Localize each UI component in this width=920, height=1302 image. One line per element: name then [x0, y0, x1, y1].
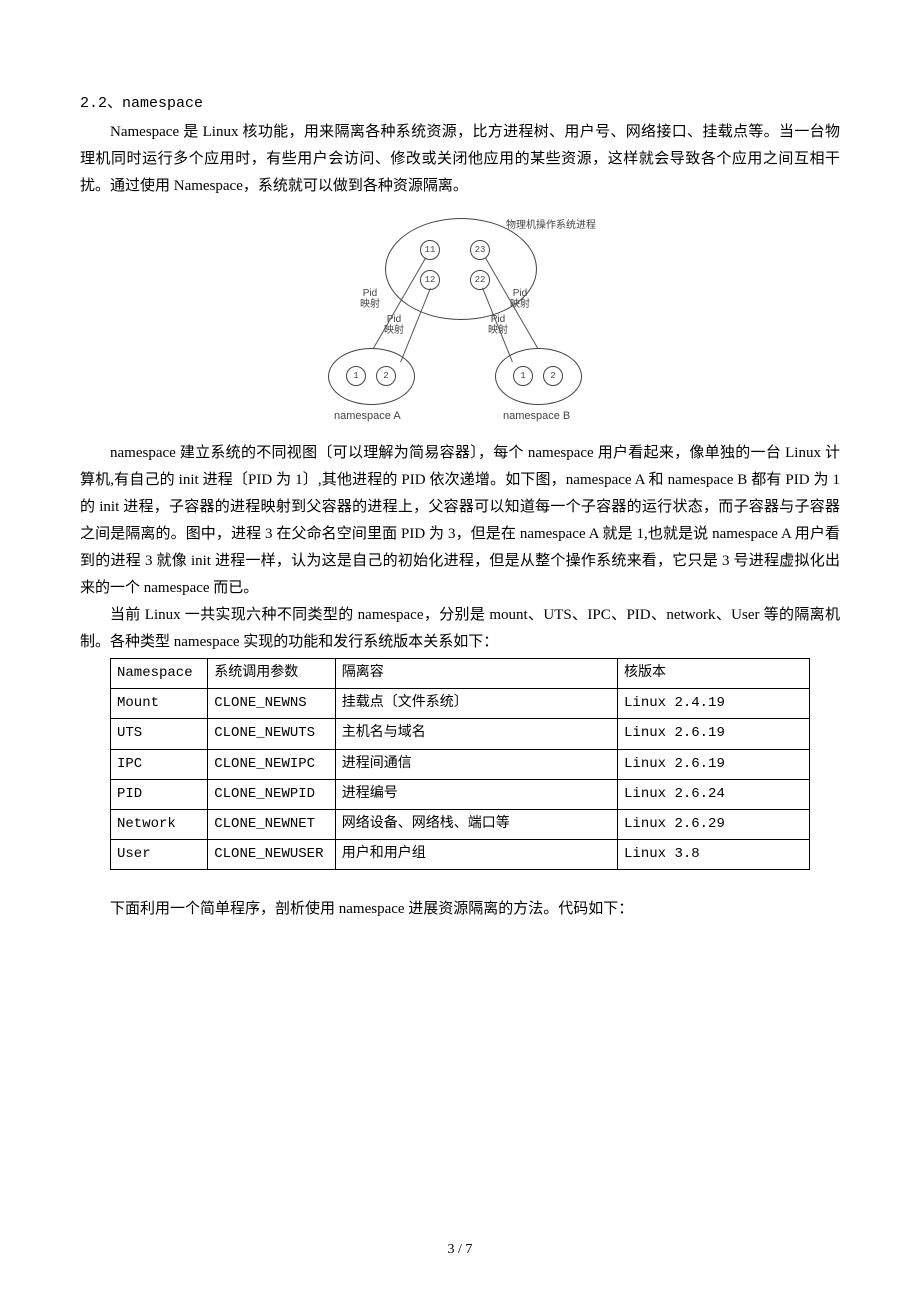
paragraph-types: 当前 Linux 一共实现六种不同类型的 namespace，分别是 mount… — [80, 602, 840, 656]
proc-node-12: 12 — [420, 270, 440, 290]
table-row: Network CLONE_NEWNET 网络设备、网络栈、端口等 Linux … — [111, 809, 810, 839]
proc-node-1: 1 — [513, 366, 533, 386]
cell: Linux 2.6.19 — [618, 749, 810, 779]
cell: Linux 2.6.19 — [618, 719, 810, 749]
table-row: IPC CLONE_NEWIPC 进程间通信 Linux 2.6.19 — [111, 749, 810, 779]
ns-b-label: namespace B — [503, 410, 570, 422]
page-number: 3 / 7 — [0, 1237, 920, 1262]
cell: 主机名与域名 — [335, 719, 617, 749]
cell: CLONE_NEWNET — [208, 809, 336, 839]
proc-node-2: 2 — [376, 366, 396, 386]
ns-a-ellipse — [328, 348, 415, 405]
cell: 用户和用户组 — [335, 840, 617, 870]
cell: Linux 2.6.29 — [618, 809, 810, 839]
cell: User — [111, 840, 208, 870]
pid-map-label: Pid 映射 — [510, 288, 530, 310]
paragraph-intro: Namespace 是 Linux 核功能，用来隔离各种系统资源，比方进程树、用… — [80, 119, 840, 200]
namespace-table: Namespace 系统调用参数 隔离容 核版本 Mount CLONE_NEW… — [110, 658, 810, 870]
th-namespace: Namespace — [111, 659, 208, 689]
cell: CLONE_NEWPID — [208, 779, 336, 809]
proc-node-1: 1 — [346, 366, 366, 386]
cell: Linux 3.8 — [618, 840, 810, 870]
ns-b-ellipse — [495, 348, 582, 405]
cell: UTS — [111, 719, 208, 749]
pid-map-label: Pid 映射 — [384, 314, 404, 336]
diagram-title: 物理机操作系统进程 — [506, 220, 596, 231]
cell: CLONE_NEWIPC — [208, 749, 336, 779]
paragraph-code-intro: 下面利用一个简单程序，剖析使用 namespace 进展资源隔离的方法。代码如下… — [80, 896, 840, 923]
namespace-diagram: 物理机操作系统进程 11 23 12 22 Pid 映射 Pid 映射 Pid … — [310, 218, 610, 428]
ns-a-label: namespace A — [334, 410, 401, 422]
cell: Mount — [111, 689, 208, 719]
cell: 挂载点〔文件系统〕 — [335, 689, 617, 719]
th-isolate: 隔离容 — [335, 659, 617, 689]
cell: Linux 2.4.19 — [618, 689, 810, 719]
cell: CLONE_NEWUTS — [208, 719, 336, 749]
cell: 网络设备、网络栈、端口等 — [335, 809, 617, 839]
table-row: Mount CLONE_NEWNS 挂载点〔文件系统〕 Linux 2.4.19 — [111, 689, 810, 719]
proc-node-2: 2 — [543, 366, 563, 386]
cell: IPC — [111, 749, 208, 779]
pid-map-label: Pid 映射 — [360, 288, 380, 310]
table-row: Namespace 系统调用参数 隔离容 核版本 — [111, 659, 810, 689]
cell: 进程编号 — [335, 779, 617, 809]
paragraph-explain: namespace 建立系统的不同视图〔可以理解为简易容器〕，每个 namesp… — [80, 440, 840, 602]
proc-node-23: 23 — [470, 240, 490, 260]
table-row: UTS CLONE_NEWUTS 主机名与域名 Linux 2.6.19 — [111, 719, 810, 749]
th-kernel: 核版本 — [618, 659, 810, 689]
cell: 进程间通信 — [335, 749, 617, 779]
proc-node-11: 11 — [420, 240, 440, 260]
cell: PID — [111, 779, 208, 809]
proc-node-22: 22 — [470, 270, 490, 290]
table-row: User CLONE_NEWUSER 用户和用户组 Linux 3.8 — [111, 840, 810, 870]
cell: Linux 2.6.24 — [618, 779, 810, 809]
pid-map-label: Pid 映射 — [488, 314, 508, 336]
th-syscall: 系统调用参数 — [208, 659, 336, 689]
cell: CLONE_NEWUSER — [208, 840, 336, 870]
table-row: PID CLONE_NEWPID 进程编号 Linux 2.6.24 — [111, 779, 810, 809]
document-page: 2.2、namespace Namespace 是 Linux 核功能，用来隔离… — [0, 0, 920, 1302]
cell: Network — [111, 809, 208, 839]
section-heading: 2.2、namespace — [80, 90, 840, 117]
cell: CLONE_NEWNS — [208, 689, 336, 719]
